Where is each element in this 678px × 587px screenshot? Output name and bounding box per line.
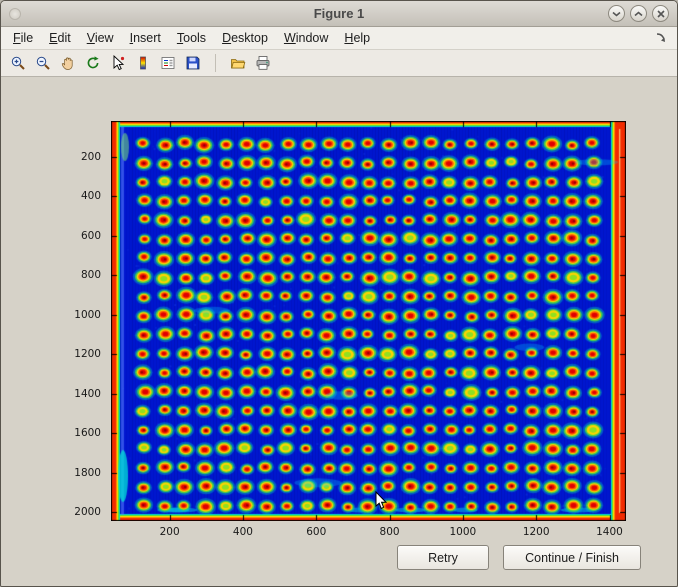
y-tick-label: 800: [61, 269, 105, 281]
y-tick-label: 1200: [61, 348, 105, 360]
maximize-button[interactable]: [630, 5, 647, 22]
zoom-out-button[interactable]: [32, 52, 54, 74]
y-tick-label: 1600: [61, 427, 105, 439]
rotate-3d-button[interactable]: [82, 52, 104, 74]
print-button[interactable]: [252, 52, 274, 74]
y-tick-label: 200: [61, 151, 105, 163]
menubar: File Edit View Insert Tools Desktop Wind…: [1, 27, 677, 50]
x-tick-label: 400: [223, 526, 263, 538]
figure-content: 200 400 600 800 1000 1200 1400 1600 1800 2000 200…: [1, 77, 677, 587]
save-button[interactable]: [182, 52, 204, 74]
open-button[interactable]: [227, 52, 249, 74]
menu-insert[interactable]: Insert: [122, 28, 169, 48]
window-title: Figure 1: [1, 6, 677, 21]
window-controls: [608, 5, 677, 22]
menu-desktop[interactable]: Desktop: [214, 28, 276, 48]
footer-buttons: Retry Continue / Finish: [397, 545, 641, 570]
save-icon: [185, 55, 201, 71]
x-tick-label: 800: [370, 526, 410, 538]
zoom-in-icon: [10, 55, 26, 71]
menu-edit[interactable]: Edit: [41, 28, 79, 48]
menu-view[interactable]: View: [79, 28, 122, 48]
x-tick-label: 600: [296, 526, 336, 538]
y-tick-label: 1800: [61, 467, 105, 479]
toolbar-separator: [207, 54, 216, 72]
y-tick-label: 1000: [61, 309, 105, 321]
x-tick-label: 1400: [590, 526, 630, 538]
pan-button[interactable]: [57, 52, 79, 74]
x-tick-label: 200: [150, 526, 190, 538]
x-tick-label: 1200: [516, 526, 556, 538]
legend-button[interactable]: [157, 52, 179, 74]
menu-file[interactable]: File: [5, 28, 41, 48]
y-tick-label: 600: [61, 230, 105, 242]
zoom-in-button[interactable]: [7, 52, 29, 74]
figure-plot: [111, 121, 626, 521]
menu-window[interactable]: Window: [276, 28, 336, 48]
menu-tools[interactable]: Tools: [169, 28, 214, 48]
x-tick-label: 1000: [443, 526, 483, 538]
legend-icon: [160, 55, 176, 71]
folder-open-icon: [230, 55, 246, 71]
hand-icon: [60, 55, 76, 71]
y-tick-label: 400: [61, 190, 105, 202]
plot-canvas[interactable]: [111, 121, 626, 521]
colorbar-button[interactable]: [132, 52, 154, 74]
colorbar-icon: [135, 55, 151, 71]
y-tick-label: 1400: [61, 388, 105, 400]
menu-help[interactable]: Help: [336, 28, 378, 48]
printer-icon: [255, 55, 271, 71]
figure-window: Figure 1 File Edit View Insert Tools Des…: [0, 0, 678, 587]
dock-arrow-icon[interactable]: [655, 31, 669, 45]
continue-finish-button[interactable]: Continue / Finish: [503, 545, 641, 570]
figure-toolbar: [1, 50, 677, 77]
chevron-up-icon: [634, 11, 643, 17]
cursor-icon: [110, 55, 126, 71]
y-axis-tick-labels: 200 400 600 800 1000 1200 1400 1600 1800 2000: [61, 121, 105, 521]
rotate-icon: [85, 55, 101, 71]
y-tick-label: 2000: [61, 506, 105, 518]
chevron-down-icon: [612, 11, 621, 17]
close-icon: [657, 10, 665, 18]
close-button[interactable]: [652, 5, 669, 22]
data-cursor-button[interactable]: [107, 52, 129, 74]
x-axis-tick-labels: 200400600800100012001400: [111, 526, 626, 540]
minimize-button[interactable]: [608, 5, 625, 22]
titlebar[interactable]: Figure 1: [1, 1, 677, 27]
zoom-out-icon: [35, 55, 51, 71]
retry-button[interactable]: Retry: [397, 545, 489, 570]
